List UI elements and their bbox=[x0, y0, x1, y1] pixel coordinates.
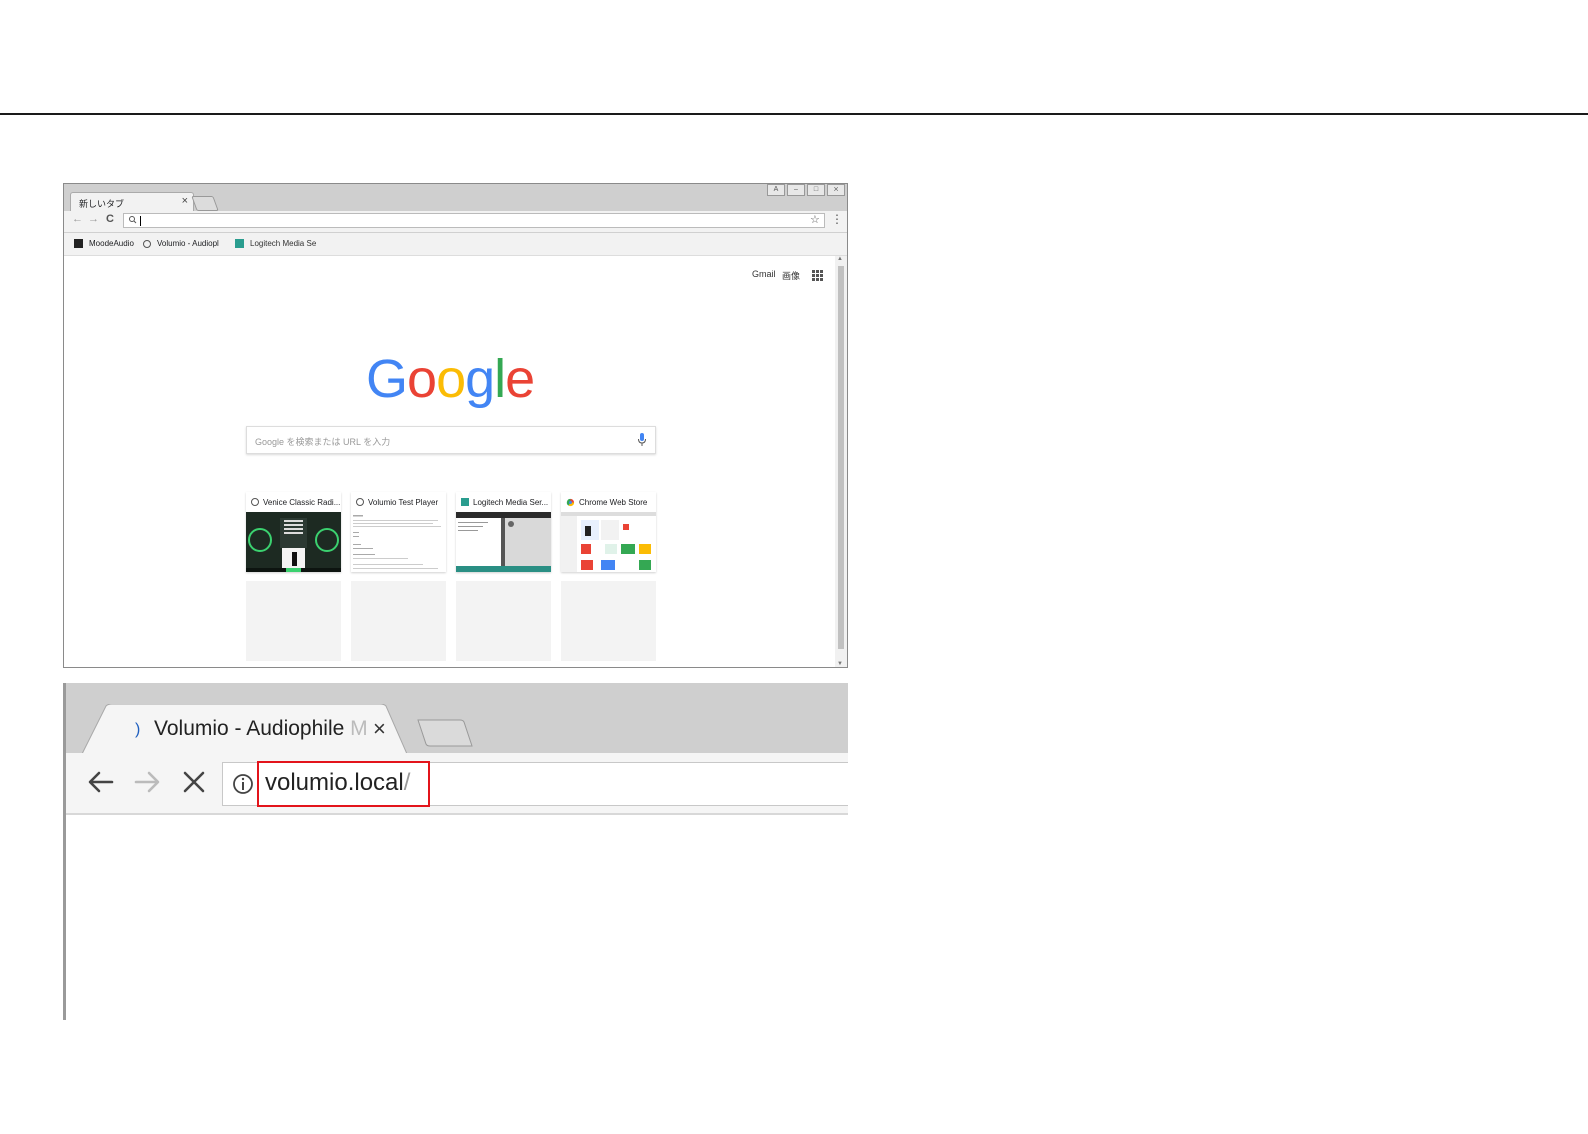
tab-new-tab[interactable]: 新しいタブ × bbox=[70, 192, 194, 211]
apps-grid-icon[interactable] bbox=[812, 270, 823, 281]
toolbar: ← → C ☆ ⋮ bbox=[64, 211, 847, 233]
logitech-icon bbox=[235, 239, 244, 248]
tab-volumio[interactable]: ) Volumio - Audiophile M × bbox=[82, 704, 407, 754]
scroll-down-icon[interactable]: ▼ bbox=[837, 661, 843, 667]
maximize-icon[interactable]: □ bbox=[807, 184, 825, 196]
reload-icon[interactable]: C bbox=[106, 213, 114, 225]
tile-thumbnail bbox=[246, 512, 341, 572]
search-placeholder: Google を検索または URL を入力 bbox=[255, 437, 391, 447]
empty-tile bbox=[561, 581, 656, 661]
gmail-link[interactable]: Gmail bbox=[752, 269, 776, 279]
google-search-box[interactable]: Google を検索または URL を入力 bbox=[246, 426, 656, 454]
globe-icon bbox=[251, 498, 259, 506]
tab-close-icon[interactable]: × bbox=[373, 716, 386, 742]
chrome-web-store-icon bbox=[566, 498, 575, 506]
minimize-icon[interactable]: – bbox=[787, 184, 805, 196]
close-window-icon[interactable]: ⨯ bbox=[827, 184, 845, 196]
bookmark-star-icon[interactable]: ☆ bbox=[810, 213, 820, 226]
logo-letter: l bbox=[494, 349, 506, 409]
logo-letter: G bbox=[366, 349, 408, 409]
tab-strip: 新しいタブ × A – □ ⨯ bbox=[64, 184, 847, 211]
tab-label: 新しいタブ bbox=[79, 199, 125, 209]
browser-window-zoomed: ) Volumio - Audiophile M × volumio.local… bbox=[63, 683, 848, 1020]
moodeaudio-icon bbox=[74, 239, 83, 248]
images-link[interactable]: 画像 bbox=[782, 269, 800, 282]
tile-thumbnail bbox=[351, 512, 446, 572]
logitech-icon bbox=[461, 498, 469, 506]
empty-tile bbox=[456, 581, 551, 661]
tile-title: Chrome Web Store bbox=[579, 497, 648, 507]
logo-letter: o bbox=[436, 349, 466, 409]
address-text[interactable]: volumio.local/ bbox=[265, 769, 410, 797]
new-tab-button[interactable] bbox=[416, 719, 474, 747]
bookmark-logitech[interactable]: Logitech Media Se bbox=[235, 239, 316, 248]
bookmark-volumio[interactable]: Volumio - Audiopl bbox=[143, 239, 219, 248]
most-visited-tile-volumio[interactable]: Volumio Test Player bbox=[351, 492, 446, 572]
logo-letter: o bbox=[407, 349, 437, 409]
search-icon bbox=[129, 216, 137, 224]
empty-tile bbox=[246, 581, 341, 661]
logo-letter: e bbox=[505, 349, 535, 409]
window-controls: A – □ ⨯ bbox=[767, 184, 845, 196]
most-visited-tile-chrome-web-store[interactable]: Chrome Web Store bbox=[561, 492, 656, 572]
toolbar: volumio.local/ bbox=[66, 753, 848, 815]
most-visited-tile-logitech[interactable]: Logitech Media Ser... bbox=[456, 492, 551, 572]
info-icon[interactable] bbox=[232, 773, 254, 795]
new-tab-button[interactable] bbox=[191, 196, 219, 211]
microphone-icon[interactable] bbox=[637, 432, 647, 448]
tile-thumbnail bbox=[456, 512, 551, 572]
tab-close-icon[interactable]: × bbox=[182, 195, 188, 207]
google-logo: Google bbox=[366, 348, 535, 410]
loading-spinner-icon: ) bbox=[135, 721, 141, 738]
top-divider bbox=[0, 113, 1588, 115]
omnibox[interactable]: volumio.local/ bbox=[222, 761, 848, 807]
back-icon[interactable]: ← bbox=[72, 213, 83, 225]
tile-title: Logitech Media Ser... bbox=[473, 497, 549, 507]
scrollbar-thumb[interactable] bbox=[838, 266, 844, 649]
logo-letter: g bbox=[465, 349, 495, 409]
bookmark-moodeaudio[interactable]: MoodeAudio bbox=[74, 239, 134, 248]
bookmarks-bar: MoodeAudio Volumio - Audiopl Logitech Me… bbox=[64, 233, 847, 256]
vertical-scrollbar[interactable]: ▲ ▼ bbox=[835, 256, 847, 667]
bookmark-label: MoodeAudio bbox=[89, 239, 134, 248]
bookmark-label: Logitech Media Se bbox=[250, 239, 317, 248]
empty-tile bbox=[351, 581, 446, 661]
new-tab-page: Gmail 画像 Google Google を検索または URL を入力 Ve… bbox=[64, 256, 835, 667]
menu-icon[interactable]: ⋮ bbox=[831, 212, 843, 226]
back-icon[interactable] bbox=[86, 767, 116, 797]
tile-title: Venice Classic Radi... bbox=[263, 497, 341, 507]
omnibox[interactable] bbox=[123, 213, 825, 228]
forward-icon[interactable]: → bbox=[88, 213, 99, 225]
tab-label: Volumio - Audiophile M bbox=[154, 717, 368, 740]
most-visited-tile-venice[interactable]: Venice Classic Radi... bbox=[246, 492, 341, 572]
text-cursor bbox=[140, 216, 141, 226]
forward-icon[interactable] bbox=[132, 767, 162, 797]
scroll-up-icon[interactable]: ▲ bbox=[837, 256, 843, 262]
tab-strip: ) Volumio - Audiophile M × bbox=[66, 683, 848, 754]
user-icon[interactable]: A bbox=[767, 184, 785, 196]
bookmark-label: Volumio - Audiopl bbox=[157, 239, 219, 248]
tile-title: Volumio Test Player bbox=[368, 497, 439, 507]
volumio-icon bbox=[356, 498, 364, 506]
browser-window-new-tab: 新しいタブ × A – □ ⨯ ← → C ☆ ⋮ MoodeAudio Vol… bbox=[63, 183, 848, 668]
volumio-icon bbox=[143, 239, 151, 248]
tile-thumbnail bbox=[561, 512, 656, 572]
stop-loading-icon[interactable] bbox=[179, 767, 209, 797]
